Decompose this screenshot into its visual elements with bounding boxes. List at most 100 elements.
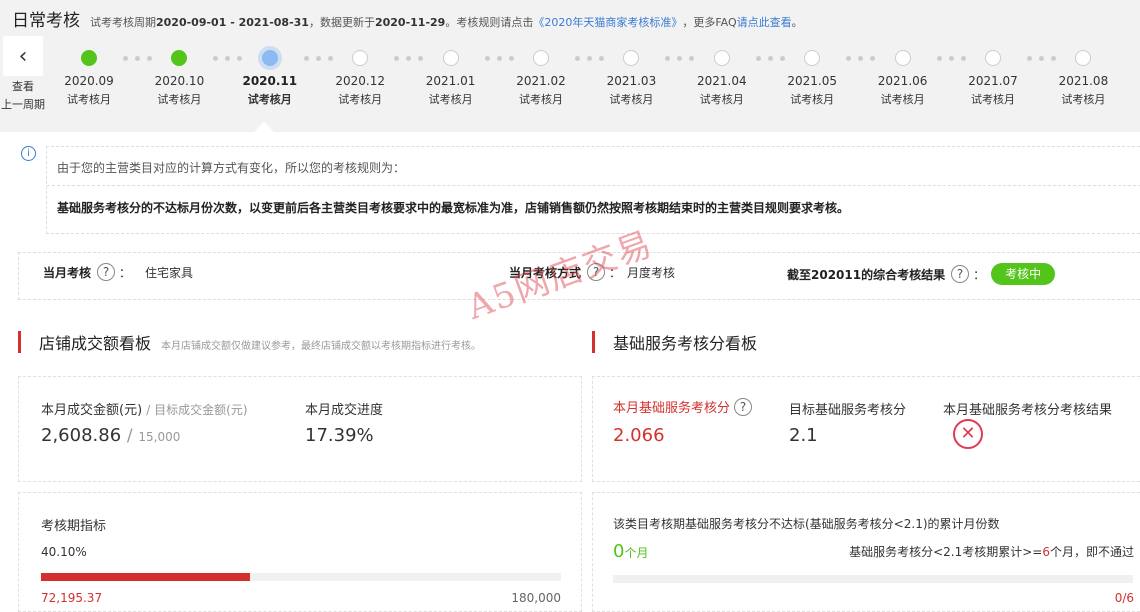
cumul-value: 0	[613, 541, 625, 562]
timeline-month-2021.02[interactable]: 2021.02 试考核月	[498, 42, 584, 107]
cumul-unit: 个月	[624, 546, 649, 560]
target-sales-label: / 目标成交金额(元)	[146, 403, 248, 417]
timeline-month-2020.11[interactable]: 2020.11 试考核月	[227, 42, 313, 107]
faq-link[interactable]: 请点此查看	[737, 14, 792, 30]
timeline-dot	[1075, 50, 1092, 66]
status-badge: 考核中	[991, 263, 1056, 285]
assessment-method-value: 月度考核	[627, 265, 676, 280]
section-accent	[592, 331, 595, 353]
timeline-month-label: 2021.05	[787, 74, 837, 88]
target-score-value: 2.1	[789, 425, 818, 446]
timeline-month-2021.08[interactable]: 2021.08 试考核月	[1040, 42, 1126, 107]
timeline-month-sub: 试考核月	[1061, 93, 1106, 106]
timeline-connector-dot	[755, 56, 761, 61]
timeline-month-sub: 试考核月	[519, 93, 563, 106]
timeline-month-2021.06[interactable]: 2021.06 试考核月	[860, 42, 946, 107]
colon: ：	[973, 267, 986, 282]
rules-link[interactable]: 《2020年天猫商家考核标准》	[533, 14, 682, 30]
service-result-label: 本月基础服务考核分考核结果	[943, 403, 1113, 418]
info-icon: i	[21, 146, 36, 161]
timeline-dot	[261, 50, 278, 66]
timeline-month-sub: 试考核月	[338, 93, 383, 106]
timeline-month-label: 2020.10	[154, 74, 205, 88]
month-sales-values: 2,608.86 / 15,000	[41, 425, 180, 446]
timeline-month-2021.03[interactable]: 2021.03 试考核月	[588, 42, 674, 107]
assessment-method: 当月考核方式 ? ： 月度考核	[509, 263, 675, 281]
month-sales-label: 本月成交金额(元)	[41, 403, 143, 418]
service-score-label: 本月基础服务考核分	[613, 401, 731, 416]
timeline-month-label: 2020.12	[335, 74, 385, 88]
help-icon[interactable]: ?	[97, 263, 116, 281]
current-assessment: 当月考核 ? ： 住宅家具	[43, 263, 193, 281]
faq-prefix: ，更多FAQ	[682, 16, 737, 29]
section-accent	[18, 331, 21, 353]
timeline-dot	[985, 50, 1001, 66]
fail-rule-num: 6	[1042, 545, 1050, 559]
current-assessment-label: 当月考核	[43, 265, 92, 280]
timeline-month-2020.12[interactable]: 2020.12 试考核月	[317, 42, 403, 107]
current-assessment-value: 住宅家具	[145, 265, 194, 280]
rule-notice: 由于您的主营类目对应的计算方式有变化，所以您的考核规则为： 基础服务考核分的不达…	[46, 146, 1140, 234]
timeline-month-label: 2021.03	[606, 74, 657, 88]
fail-rule-suffix: 个月，即不通过	[1049, 545, 1134, 559]
prev-period-label-2: 上一周期	[1, 98, 45, 111]
target-sales-value: 15,000	[138, 430, 181, 444]
target-score-label: 目标基础服务考核分	[789, 403, 907, 418]
page-title: 日常考核	[12, 11, 80, 31]
notice-line-1: 由于您的主营类目对应的计算方式有变化，所以您的考核规则为：	[57, 161, 406, 175]
timeline-month-sub: 试考核月	[428, 93, 473, 106]
header-end: 。	[791, 16, 803, 29]
timeline-dot	[171, 50, 188, 66]
current-month-pointer	[254, 122, 274, 132]
timeline-month-sub: 试考核月	[157, 93, 202, 106]
timeline-month-sub: 试考核月	[67, 93, 111, 106]
month-progress-label: 本月成交进度	[305, 403, 384, 418]
timeline-month-2021.01[interactable]: 2021.01 试考核月	[408, 42, 494, 107]
sales-month-card: 本月成交金额(元) / 目标成交金额(元) 2,608.86 / 15,000 …	[18, 376, 582, 482]
timeline-connector-dot	[575, 56, 580, 61]
service-section-header: 基础服务考核分看板	[592, 330, 757, 354]
cumul-label: 该类目考核期基础服务考核分不达标(基础服务考核分<2.1)的累计月份数	[613, 517, 1000, 531]
timeline-dot	[894, 50, 911, 66]
cumul-value-row: 0个月	[613, 541, 648, 562]
overall-result-label: 截至202011的综合考核结果	[787, 267, 946, 282]
timeline-dot	[533, 50, 549, 66]
assessment-method-label: 当月考核方式	[509, 265, 582, 280]
timeline-connector-dot	[936, 56, 942, 61]
timeline-connector-dot	[1027, 56, 1032, 61]
timeline-month-label: 2020.11	[242, 74, 298, 88]
status-bar: 当月考核 ? ： 住宅家具 当月考核方式 ? ： 月度考核 截至202011的综…	[18, 252, 1140, 300]
timeline-dot	[352, 50, 369, 66]
timeline-month-2021.05[interactable]: 2021.05 试考核月	[769, 42, 855, 107]
help-icon[interactable]: ?	[587, 263, 606, 281]
timeline-month-label: 2021.07	[968, 74, 1018, 88]
timeline-month-sub: 试考核月	[790, 93, 835, 106]
page-header: 日常考核 试考考核周期2020-09-01 - 2021-08-31，数据更新于…	[12, 6, 803, 31]
help-icon[interactable]: ?	[951, 265, 970, 283]
colon: ：	[609, 265, 622, 280]
timeline-month-sub: 试考核月	[699, 93, 744, 106]
timeline-month-label: 2021.02	[516, 74, 566, 88]
timeline-month-2021.07[interactable]: 2021.07 试考核月	[950, 42, 1036, 107]
timeline-month-sub: 试考核月	[880, 93, 925, 106]
chevron-left-icon: ‹	[3, 36, 43, 76]
timeline-month-sub: 试考核月	[247, 93, 292, 106]
period-current-value: 72,195.37	[41, 591, 103, 605]
timeline-month-label: 2021.08	[1058, 74, 1109, 88]
sales-section-title: 店铺成交额看板	[39, 334, 152, 353]
timeline-month-sub: 试考核月	[971, 93, 1015, 106]
timeline-month-2021.04[interactable]: 2021.04 试考核月	[679, 42, 765, 107]
month-progress-value: 17.39%	[305, 425, 374, 446]
timeline-dot	[713, 50, 730, 66]
timeline-connector-dot	[303, 56, 309, 61]
sales-section-note: 本月店铺成交额仅做建议参考，最终店铺成交额以考核期指标进行考核。	[161, 341, 482, 352]
timeline-month-2020.09[interactable]: 2020.09 试考核月	[46, 42, 132, 107]
timeline-month-2020.10[interactable]: 2020.10 试考核月	[136, 42, 222, 107]
prev-period-button[interactable]: ‹ 查看 上一周期	[0, 36, 46, 118]
timeline-dot	[81, 50, 97, 66]
service-section-title: 基础服务考核分看板	[613, 334, 758, 353]
fail-rule-prefix: 基础服务考核分<2.1考核期累计>=	[849, 545, 1043, 559]
help-icon[interactable]: ?	[734, 397, 753, 416]
prev-period-label-1: 查看	[12, 80, 34, 93]
sales-period-card: 考核期指标 40.10% 72,195.37 180,000	[18, 492, 582, 612]
